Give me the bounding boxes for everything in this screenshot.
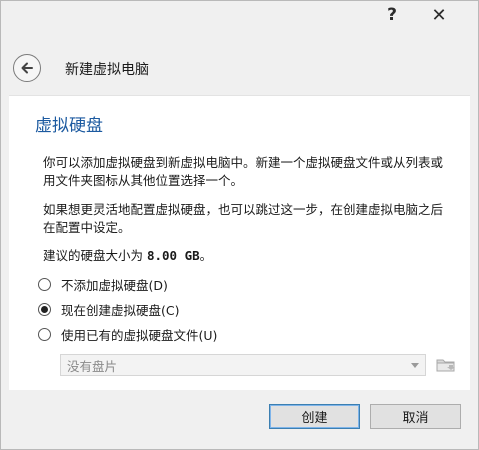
description-text: 你可以添加虚拟硬盘到新虚拟电脑中。新建一个虚拟硬盘文件或从列表或用文件夹图标从其… xyxy=(43,155,444,188)
content-panel: 虚拟硬盘 你可以添加虚拟硬盘到新虚拟电脑中。新建一个虚拟硬盘文件或从列表或用文件… xyxy=(9,95,470,390)
radio-no-disk[interactable]: 不添加虚拟硬盘(D) xyxy=(38,274,168,294)
title-bar: ? ✕ xyxy=(1,1,478,33)
dialog-window: ? ✕ 新建虚拟电脑 虚拟硬盘 你可以添加虚拟硬盘到新虚拟电脑中。新建一个虚拟硬… xyxy=(0,0,479,450)
wizard-title: 新建虚拟电脑 xyxy=(65,62,149,78)
folder-icon xyxy=(436,359,455,372)
recommended-size-value: 8.00 GB xyxy=(146,248,200,263)
radio-label: 现在创建虚拟硬盘(C) xyxy=(61,302,180,318)
recommended-size-suffix: 。 xyxy=(199,248,213,263)
disk-file-select-value: 没有盘片 xyxy=(67,358,118,374)
help-button[interactable]: ? xyxy=(369,1,415,29)
radio-selected-dot xyxy=(41,305,48,313)
cancel-button[interactable]: 取消 xyxy=(370,404,461,429)
close-button[interactable]: ✕ xyxy=(416,1,462,29)
recommended-size-text: 建议的硬盘大小为 8.00 GB。 xyxy=(43,247,453,265)
radio-create-disk[interactable]: 现在创建虚拟硬盘(C) xyxy=(38,299,179,319)
create-button[interactable]: 创建 xyxy=(269,404,360,429)
disk-file-select[interactable]: 没有盘片 xyxy=(60,354,426,376)
radio-button[interactable] xyxy=(38,302,51,316)
radio-label: 不添加虚拟硬盘(D) xyxy=(61,277,168,293)
choose-disk-file-button[interactable] xyxy=(435,354,457,376)
back-button[interactable] xyxy=(13,54,41,82)
radio-button[interactable] xyxy=(38,277,51,291)
radio-button[interactable] xyxy=(38,327,51,341)
radio-existing-disk[interactable]: 使用已有的虚拟硬盘文件(U) xyxy=(38,324,217,344)
chevron-down-icon xyxy=(411,363,419,368)
radio-label: 使用已有的虚拟硬盘文件(U) xyxy=(61,327,218,343)
wizard-header: 新建虚拟电脑 xyxy=(1,47,478,91)
back-arrow-icon xyxy=(21,62,33,74)
page-title: 虚拟硬盘 xyxy=(35,116,103,136)
recommended-size-prefix: 建议的硬盘大小为 xyxy=(43,248,147,263)
hint-text: 如果想更灵活地配置虚拟硬盘，也可以跳过这一步，在创建虚拟电脑之后在配置中设定。 xyxy=(43,202,444,235)
